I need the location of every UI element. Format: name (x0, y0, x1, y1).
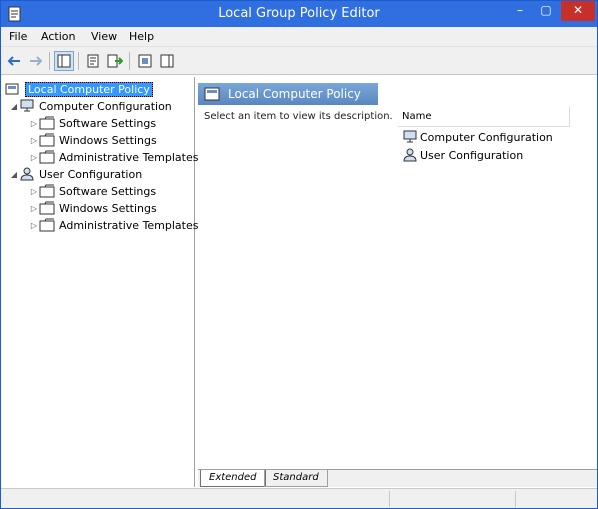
details-pane: Local Computer Policy Select an item to … (198, 77, 597, 469)
tree-item-cc-software-settings[interactable]: ▷ Software Settings (29, 115, 156, 131)
column-header-name[interactable]: Name (398, 107, 570, 127)
console-tree: Local Computer Policy ◢ Computer Configu… (3, 77, 199, 487)
status-segment (389, 491, 390, 507)
list-item[interactable]: Computer Configuration (402, 129, 553, 145)
collapsed-arrow-icon[interactable]: ▷ (29, 204, 39, 213)
tree-label: Windows Settings (59, 133, 157, 147)
details-header: Local Computer Policy (198, 83, 378, 105)
collapsed-arrow-icon[interactable]: ▷ (29, 136, 39, 145)
title-bar[interactable]: Local Group Policy Editor – ▢ ✕ (1, 1, 597, 27)
status-bar (1, 488, 597, 508)
tree-label: Windows Settings (59, 201, 157, 215)
list-item-label: User Configuration (420, 148, 524, 162)
folder-icon (39, 218, 55, 232)
folder-icon (39, 184, 55, 198)
tree-label: Software Settings (59, 116, 157, 130)
status-segment (515, 491, 516, 507)
computer-icon (403, 130, 417, 143)
export-list-icon[interactable] (105, 51, 125, 71)
menu-bar: File Action View Help (1, 27, 597, 47)
tree-label: User Configuration (39, 167, 143, 181)
menu-view[interactable]: View (91, 30, 117, 43)
tree-label: Software Settings (59, 184, 157, 198)
maximize-button[interactable]: ▢ (533, 1, 559, 21)
help-icon[interactable] (135, 51, 155, 71)
folder-icon (39, 116, 55, 130)
expanded-arrow-icon[interactable]: ◢ (9, 170, 19, 179)
tree-item-cc-windows-settings[interactable]: ▷ Windows Settings (29, 132, 157, 148)
user-icon (20, 167, 34, 181)
menu-help[interactable]: Help (129, 30, 154, 43)
collapsed-arrow-icon[interactable]: ▷ (29, 221, 39, 230)
tree-item-computer-configuration[interactable]: ◢ Computer Configuration (9, 98, 172, 114)
list-item[interactable]: User Configuration (402, 147, 523, 163)
minimize-button[interactable]: – (507, 1, 533, 21)
menu-action[interactable]: Action (41, 30, 75, 43)
properties-icon[interactable] (83, 51, 103, 71)
tree-item-local-computer-policy[interactable]: Local Computer Policy (5, 81, 153, 97)
folder-icon (39, 133, 55, 147)
tree-label: Local Computer Policy (25, 81, 153, 97)
tree-item-uc-software-settings[interactable]: ▷ Software Settings (29, 183, 156, 199)
policy-header-icon (204, 87, 220, 101)
description-text: Select an item to view its description. (204, 111, 393, 122)
folder-icon (39, 150, 55, 164)
tree-item-uc-administrative-templates[interactable]: ▷ Administrative Templates (29, 217, 199, 233)
tree-label: Administrative Templates (59, 218, 199, 232)
close-button[interactable]: ✕ (561, 1, 595, 21)
computer-icon (20, 99, 34, 112)
tab-extended[interactable]: Extended (200, 470, 266, 487)
app-window: Local Group Policy Editor – ▢ ✕ File Act… (0, 0, 598, 509)
toolbar (1, 47, 597, 75)
show-hide-tree-icon[interactable] (54, 51, 74, 71)
list-item-label: Computer Configuration (420, 130, 553, 144)
view-tabs: Extended Standard (198, 469, 597, 487)
forward-arrow-icon[interactable] (25, 51, 45, 71)
back-arrow-icon[interactable] (5, 51, 25, 71)
tree-item-user-configuration[interactable]: ◢ User Configuration (9, 166, 142, 182)
details-header-title: Local Computer Policy (228, 87, 361, 101)
tree-label: Administrative Templates (59, 150, 199, 164)
show-hide-action-pane-icon[interactable] (157, 51, 177, 71)
tree-item-cc-administrative-templates[interactable]: ▷ Administrative Templates (29, 149, 199, 165)
user-icon (403, 148, 417, 162)
policy-root-icon (5, 83, 19, 95)
tree-label: Computer Configuration (39, 99, 172, 113)
collapsed-arrow-icon[interactable]: ▷ (29, 119, 39, 128)
menu-file[interactable]: File (9, 30, 27, 43)
tree-item-uc-windows-settings[interactable]: ▷ Windows Settings (29, 200, 157, 216)
collapsed-arrow-icon[interactable]: ▷ (29, 187, 39, 196)
collapsed-arrow-icon[interactable]: ▷ (29, 153, 39, 162)
expanded-arrow-icon[interactable]: ◢ (9, 102, 19, 111)
tab-standard[interactable]: Standard (264, 470, 328, 487)
folder-icon (39, 201, 55, 215)
